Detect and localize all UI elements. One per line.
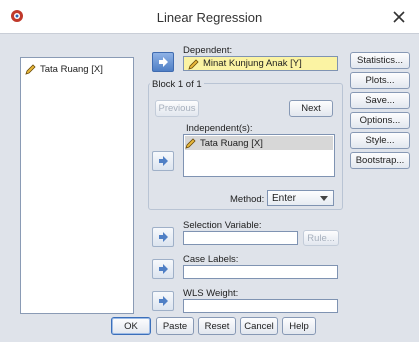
statistics-button[interactable]: Statistics... — [350, 52, 410, 69]
ok-button[interactable]: OK — [111, 317, 151, 335]
dependent-field[interactable]: Minat Kunjung Anak [Y] — [183, 56, 338, 71]
dependent-value: Minat Kunjung Anak [Y] — [203, 58, 302, 69]
options-button[interactable]: Options... — [350, 112, 410, 129]
independents-list[interactable]: Tata Ruang [X] — [183, 134, 335, 177]
selection-variable-label: Selection Variable: — [183, 220, 262, 231]
method-value: Enter — [272, 192, 296, 204]
help-button[interactable]: Help — [282, 317, 316, 335]
wls-weight-field[interactable] — [183, 299, 338, 313]
plots-button[interactable]: Plots... — [350, 72, 410, 89]
next-button[interactable]: Next — [289, 100, 333, 117]
move-to-dependent-button[interactable] — [152, 52, 174, 72]
move-to-wls-weight-button[interactable] — [152, 291, 174, 311]
list-item[interactable]: Tata Ruang [X] — [25, 62, 103, 76]
pencil-icon — [188, 58, 199, 70]
paste-button[interactable]: Paste — [156, 317, 194, 335]
reset-button[interactable]: Reset — [198, 317, 236, 335]
pencil-icon — [185, 138, 196, 149]
arrow-right-icon — [159, 296, 168, 306]
window-title: Linear Regression — [156, 10, 263, 25]
selection-variable-field[interactable] — [183, 231, 298, 245]
dependent-label: Dependent: — [183, 45, 233, 56]
arrow-right-icon — [159, 156, 168, 166]
previous-button[interactable]: Previous — [155, 100, 199, 117]
list-item-label: Tata Ruang [X] — [200, 137, 263, 149]
save-button[interactable]: Save... — [350, 92, 410, 109]
independents-label: Independent(s): — [186, 123, 253, 134]
arrow-right-icon — [159, 264, 168, 274]
block-label: Block 1 of 1 — [150, 79, 204, 90]
move-to-case-labels-button[interactable] — [152, 259, 174, 279]
bootstrap-button[interactable]: Bootstrap... — [350, 152, 410, 169]
method-select[interactable]: Enter — [267, 190, 334, 206]
move-to-selection-button[interactable] — [152, 227, 174, 247]
cancel-button[interactable]: Cancel — [240, 317, 278, 335]
case-labels-field[interactable] — [183, 265, 338, 279]
style-button[interactable]: Style... — [350, 132, 410, 149]
pencil-icon — [25, 64, 36, 75]
rule-button[interactable]: Rule... — [303, 230, 339, 246]
list-item-label: Tata Ruang [X] — [40, 63, 103, 75]
close-icon[interactable] — [392, 10, 406, 24]
source-variable-list[interactable]: Tata Ruang [X] — [20, 57, 134, 314]
chevron-down-icon — [320, 196, 328, 201]
wls-weight-label: WLS Weight: — [183, 288, 239, 299]
case-labels-label: Case Labels: — [183, 254, 239, 265]
arrow-right-icon — [159, 232, 168, 242]
method-label: Method: — [230, 194, 265, 205]
arrow-right-icon — [159, 57, 168, 67]
move-to-independents-button[interactable] — [152, 151, 174, 171]
list-item[interactable]: Tata Ruang [X] — [185, 136, 333, 150]
